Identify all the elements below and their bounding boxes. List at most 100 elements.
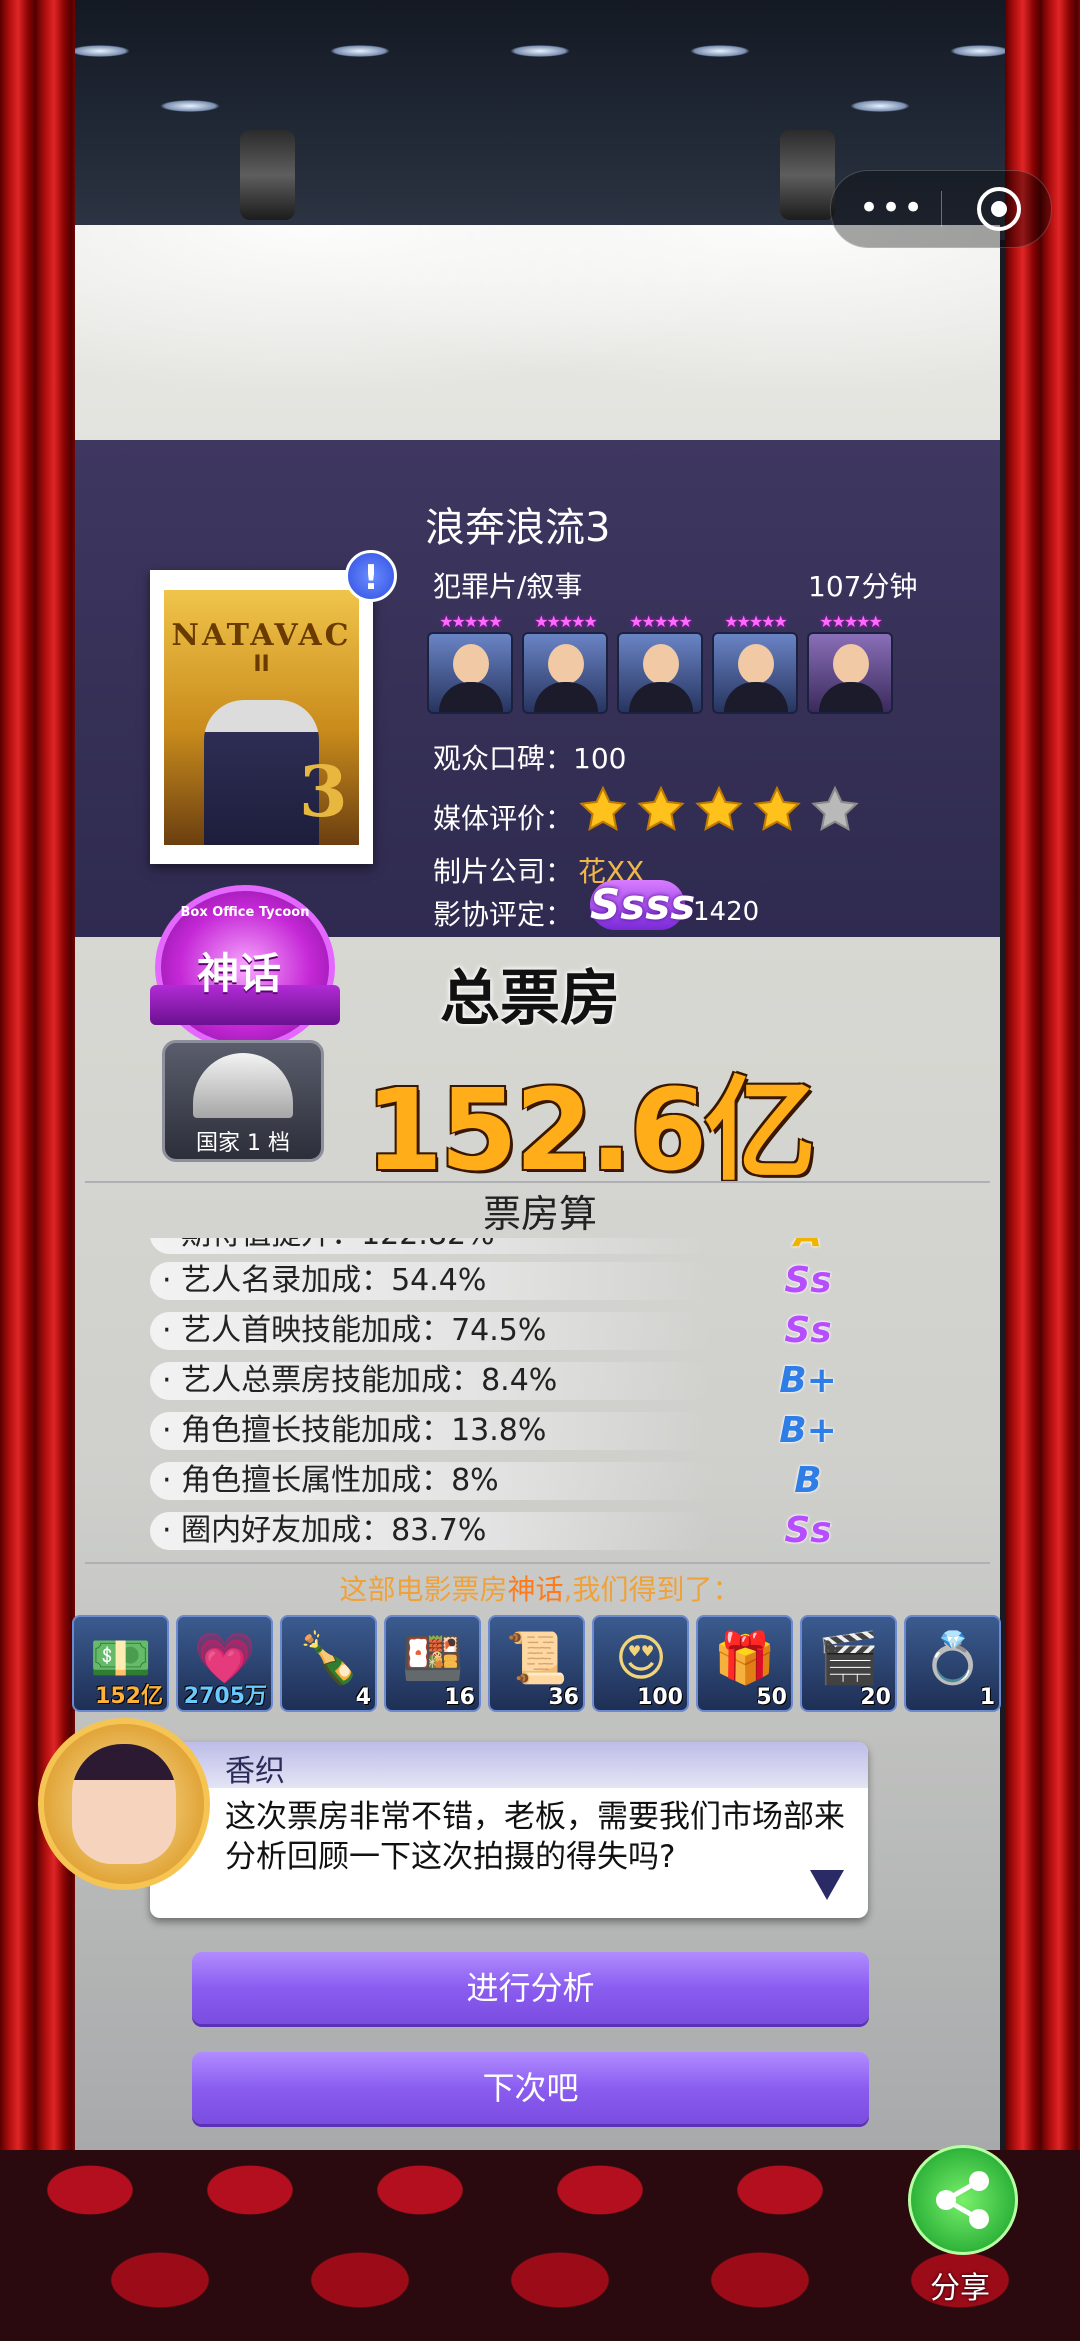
reward-count: 2705万 bbox=[183, 1684, 267, 1709]
close-mini-program-icon[interactable] bbox=[977, 187, 1021, 231]
reward-count: 20 bbox=[860, 1685, 891, 1710]
grade-badge: Ssss bbox=[590, 880, 695, 930]
seal-top-text: Box Office Tycoon bbox=[180, 905, 310, 920]
analyze-button[interactable]: 进行分析 bbox=[192, 1952, 869, 2024]
gift-box-icon: 🎁 bbox=[713, 1629, 777, 1687]
total-box-office-value: 152.6亿 bbox=[365, 1066, 816, 1196]
projector-right bbox=[780, 130, 835, 220]
row-grade: B+ bbox=[779, 1360, 837, 1401]
lunchbox-icon: 🍱 bbox=[401, 1629, 465, 1687]
movie-genre: 犯罪片/叙事 bbox=[433, 570, 583, 603]
star-filled-icon bbox=[753, 785, 801, 831]
breakdown-title: 票房算 bbox=[482, 1192, 597, 1236]
actor-portrait bbox=[807, 632, 893, 714]
dialog-next-arrow-icon[interactable] bbox=[810, 1870, 844, 1900]
actor-card[interactable]: ★★★★★ bbox=[615, 612, 705, 714]
avatar-portrait bbox=[72, 1744, 176, 1864]
curtain-right bbox=[1005, 0, 1080, 2341]
mythic-badge: Box Office Tycoon 神话 bbox=[150, 885, 340, 1065]
ring-icon: 💍 bbox=[921, 1629, 985, 1687]
more-icon[interactable]: ••• bbox=[859, 191, 923, 225]
company-label: 制片公司： bbox=[433, 855, 574, 888]
clapperboard-icon: 🎬 bbox=[817, 1629, 881, 1687]
reward-item[interactable]: 💗 2705万 bbox=[176, 1615, 273, 1712]
dialog-speaker: 香织 bbox=[225, 1754, 285, 1789]
alert-badge-icon[interactable]: ! bbox=[345, 550, 397, 602]
breakdown-row: · 期待值提升：122.82% A bbox=[150, 1238, 850, 1256]
row-text: · 艺人名录加成：54.4% bbox=[162, 1263, 487, 1298]
mini-program-capsule: ••• bbox=[830, 170, 1052, 248]
actor-star-rating: ★★★★★ bbox=[724, 612, 788, 631]
later-button[interactable]: 下次吧 bbox=[192, 2052, 869, 2124]
breakdown-row: · 艺人总票房技能加成：8.4% B+ bbox=[150, 1360, 850, 1402]
reward-count: 100 bbox=[637, 1685, 683, 1710]
row-text: · 角色擅长技能加成：13.8% bbox=[162, 1413, 547, 1448]
reward-item[interactable]: 📜 36 bbox=[488, 1615, 585, 1712]
poster-title: NATAVAC bbox=[171, 618, 352, 653]
speaker-avatar bbox=[38, 1718, 210, 1890]
reward-item[interactable]: 💍 1 bbox=[904, 1615, 1001, 1712]
row-text: · 圈内好友加成：83.7% bbox=[162, 1513, 487, 1548]
star-filled-icon bbox=[637, 785, 685, 831]
row-grade: B bbox=[794, 1460, 822, 1501]
breakdown-list[interactable]: · 期待值提升：122.82% A · 艺人名录加成：54.4% Ss · 艺人… bbox=[150, 1238, 850, 1560]
reward-item[interactable]: 🎬 20 bbox=[800, 1615, 897, 1712]
country-tier-box: 国家 1 档 bbox=[162, 1040, 324, 1162]
dialog-text: 这次票房非常不错，老板，需要我们市场部来分析回顾一下这次拍摄的得失吗? bbox=[225, 1799, 845, 1875]
capitol-building-icon bbox=[193, 1053, 293, 1118]
actor-star-rating: ★★★★★ bbox=[439, 612, 503, 631]
reward-count: 36 bbox=[548, 1685, 579, 1710]
rewards-title-suffix: ,我们得到了： bbox=[563, 1573, 741, 1606]
ceiling-light bbox=[950, 45, 1010, 57]
star-filled-icon bbox=[579, 785, 627, 831]
poster-number: 3 bbox=[299, 750, 348, 833]
actor-card[interactable]: ★★★★★ bbox=[710, 612, 800, 714]
projector-left bbox=[240, 130, 295, 220]
dialog-name-bar: 香织 bbox=[150, 1742, 868, 1789]
reward-item[interactable]: 😍 100 bbox=[592, 1615, 689, 1712]
actor-star-rating: ★★★★★ bbox=[819, 612, 883, 631]
actor-star-rating: ★★★★★ bbox=[629, 612, 693, 631]
rewards-title-highlight: 神话 bbox=[507, 1573, 564, 1606]
reward-count: 50 bbox=[756, 1685, 787, 1710]
media-label: 媒体评价： bbox=[433, 802, 574, 835]
ceiling-light bbox=[160, 100, 220, 112]
reward-count: 16 bbox=[444, 1685, 475, 1710]
dialog-box[interactable]: 香织 这次票房非常不错，老板，需要我们市场部来分析回顾一下这次拍摄的得失吗? bbox=[150, 1742, 868, 1918]
row-grade: Ss bbox=[784, 1510, 832, 1551]
movie-poster[interactable]: NATAVAC II 3 bbox=[150, 570, 373, 864]
reward-item[interactable]: 🍱 16 bbox=[384, 1615, 481, 1712]
rewards-title: 这部电影票房神话,我们得到了： bbox=[0, 1568, 1080, 1608]
reward-item[interactable]: 💵 152亿 bbox=[72, 1615, 169, 1712]
row-grade: Ss bbox=[784, 1310, 832, 1351]
row-text: · 角色擅长属性加成：8% bbox=[162, 1463, 499, 1498]
actor-card[interactable]: ★★★★★ bbox=[805, 612, 895, 714]
row-text: · 艺人首映技能加成：74.5% bbox=[162, 1313, 547, 1348]
capsule-divider bbox=[941, 191, 942, 227]
reward-count: 1 bbox=[979, 1685, 995, 1710]
reward-item[interactable]: 🎁 50 bbox=[696, 1615, 793, 1712]
actor-portrait bbox=[427, 632, 513, 714]
actor-portrait bbox=[617, 632, 703, 714]
divider bbox=[85, 1562, 990, 1564]
actor-star-rating: ★★★★★ bbox=[534, 612, 598, 631]
row-grade: Ss bbox=[784, 1260, 832, 1301]
reward-item[interactable]: 🍾 4 bbox=[280, 1615, 377, 1712]
screen-spotlight bbox=[75, 225, 1000, 465]
ceiling-light bbox=[690, 45, 750, 57]
reward-count: 4 bbox=[355, 1685, 371, 1710]
rewards-title-prefix: 这部电影票房 bbox=[339, 1573, 508, 1606]
share-button[interactable] bbox=[908, 2145, 1018, 2255]
actor-card[interactable]: ★★★★★ bbox=[520, 612, 610, 714]
total-box-office-label: 总票房 bbox=[440, 964, 620, 1034]
movie-title: 浪奔浪流3 bbox=[425, 505, 611, 551]
ceiling-light bbox=[70, 45, 130, 57]
movie-duration: 107分钟 bbox=[808, 570, 918, 603]
row-grade: A bbox=[778, 1238, 838, 1256]
poster-subtitle: II bbox=[253, 652, 270, 677]
breakdown-row: · 角色擅长技能加成：13.8% B+ bbox=[150, 1410, 850, 1452]
rewards-row: 💵 152亿 💗 2705万 🍾 4 🍱 16 📜 36 😍 100 🎁 50 🎬 20 💍 1 bbox=[72, 1615, 1007, 1712]
share-icon bbox=[936, 2171, 989, 2229]
actor-card[interactable]: ★★★★★ bbox=[425, 612, 515, 714]
reward-count: 152亿 bbox=[95, 1684, 163, 1709]
